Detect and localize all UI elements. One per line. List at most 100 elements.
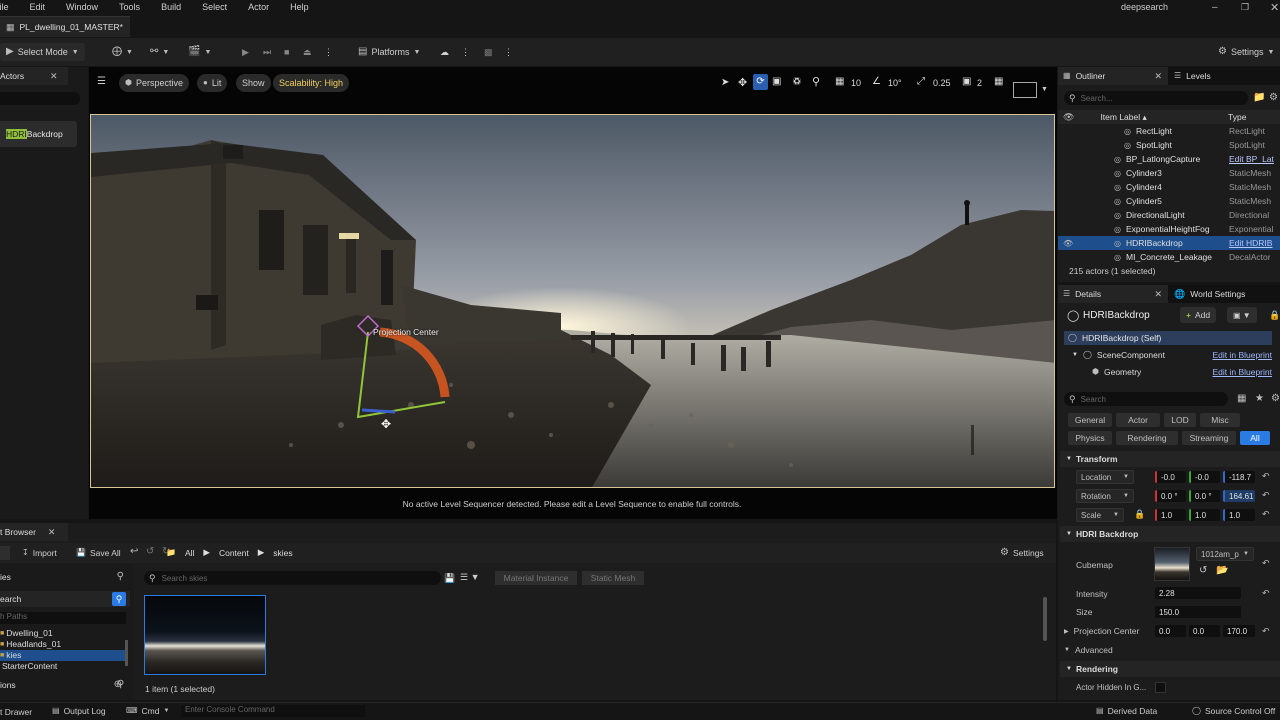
translate-tool-icon[interactable]: ✥ <box>738 76 747 89</box>
scale-z[interactable]: 1.0 <box>1223 509 1255 521</box>
outliner-row[interactable]: ◎ SpotLight SpotLight <box>1058 138 1280 152</box>
blueprint-options-button[interactable]: ▣ ▼ <box>1227 307 1257 323</box>
maximize-button[interactable]: ❐ <box>1241 2 1249 13</box>
select-tool-icon[interactable]: ➤ <box>721 77 729 88</box>
outliner-settings-icon[interactable]: ⚙ <box>1269 92 1278 103</box>
actors-search-field[interactable] <box>0 92 80 105</box>
revision-button[interactable]: ▩ <box>478 43 499 61</box>
play-options-button[interactable]: ⋮ <box>318 43 339 61</box>
filter-misc[interactable]: Misc <box>1200 413 1240 427</box>
outliner-row[interactable]: ◎ DirectionalLight Directional <box>1058 208 1280 222</box>
folder-item[interactable]: StarterContent <box>0 661 126 672</box>
platforms-button[interactable]: ▤ Platforms ▼ <box>352 43 426 61</box>
component-self[interactable]: ◯ HDRIBackdrop (Self) <box>1064 331 1272 345</box>
toolbar-options-button[interactable]: ⋮ <box>455 43 476 61</box>
menu-edit[interactable]: Edit <box>30 2 46 12</box>
folder-item[interactable]: ■ Dwelling_01 <box>0 628 126 639</box>
actors-tab[interactable]: Actors <box>0 67 68 85</box>
tree-scrollbar[interactable] <box>125 640 128 666</box>
visibility-eye-icon[interactable]: 👁 <box>1058 239 1076 248</box>
projection-x[interactable]: 0.0 <box>1155 625 1186 637</box>
more-button[interactable]: ⋮ <box>498 43 519 61</box>
level-tab[interactable]: ▦ PL_dwelling_01_MASTER* <box>0 16 130 37</box>
viewport-options-button[interactable]: ☰ <box>97 76 112 90</box>
projection-y[interactable]: 0.0 <box>1189 625 1220 637</box>
add-folder-icon[interactable]: 📁 <box>1253 92 1265 103</box>
filter-chip-static-mesh[interactable]: Static Mesh <box>582 571 644 585</box>
actor-hidden-checkbox[interactable] <box>1155 682 1166 693</box>
outliner-row-type[interactable]: Edit BP_Lat <box>1229 154 1277 164</box>
source-control-toolbar-button[interactable]: ☁ <box>434 43 455 61</box>
size-field[interactable]: 150.0 <box>1155 606 1241 618</box>
component-geometry[interactable]: ⬢ Geometry Edit in Blueprint <box>1092 365 1272 379</box>
edit-in-blueprint-link[interactable]: Edit in Blueprint <box>1212 367 1272 377</box>
filter-general[interactable]: General <box>1068 413 1112 427</box>
scene-render[interactable] <box>90 114 1055 488</box>
close-icon[interactable]: ✕ <box>48 527 56 537</box>
cubemap-thumbnail[interactable] <box>1154 547 1190 581</box>
breadcrumb-content[interactable]: Content <box>219 548 249 558</box>
intensity-field[interactable]: 2.28 <box>1155 587 1241 599</box>
search-icon[interactable]: ⚲ <box>117 572 124 582</box>
source-control-button[interactable]: ◯ Source Control Off <box>1192 706 1275 716</box>
content-drawer-button[interactable]: t Drawer <box>0 707 32 717</box>
outliner-row[interactable]: ◎ Cylinder5 StaticMesh <box>1058 194 1280 208</box>
menu-file[interactable]: File <box>0 2 9 12</box>
outliner-row[interactable]: ◎ ExponentialHeightFog Exponential <box>1058 222 1280 236</box>
component-scene[interactable]: ▼ ◯ SceneComponent Edit in Blueprint <box>1072 348 1272 362</box>
layout-icon[interactable]: ▦ <box>994 76 1003 87</box>
show-button[interactable]: Show <box>236 74 271 92</box>
reset-arrow-icon[interactable]: ↶ <box>1262 626 1270 637</box>
chevron-down-icon[interactable]: ▼ <box>1041 86 1048 93</box>
close-icon[interactable]: ✕ <box>1154 71 1162 81</box>
grid-snap-icon[interactable]: ▦ <box>835 76 844 87</box>
hdri-section-header[interactable]: ▼ HDRI Backdrop <box>1060 526 1280 542</box>
details-settings-icon[interactable]: ⚙ <box>1271 393 1280 404</box>
menu-actor[interactable]: Actor <box>248 2 269 12</box>
rotation-x[interactable]: 0.0 ° <box>1155 490 1186 502</box>
menu-tools[interactable]: Tools <box>119 2 140 12</box>
menu-build[interactable]: Build <box>161 2 181 12</box>
filter-actor[interactable]: Actor <box>1116 413 1160 427</box>
favorite-star-icon[interactable]: ★ <box>1255 393 1264 404</box>
asset-scrollbar[interactable] <box>1043 597 1047 641</box>
column-item-label[interactable]: Item Label ▴ <box>1100 112 1146 123</box>
scale-snap-icon[interactable]: ⤢ <box>917 76 925 87</box>
scale-lock-icon[interactable]: 🔒 <box>1134 509 1145 520</box>
breadcrumb-skies[interactable]: skies <box>273 548 292 558</box>
details-search-input[interactable]: ⚲ Search <box>1064 392 1228 406</box>
cmd-button[interactable]: ⌨ Cmd ▼ <box>126 706 169 716</box>
outliner-row-type[interactable]: Edit HDRIB <box>1229 238 1277 248</box>
history-back-icon[interactable]: ↩ <box>130 546 138 557</box>
projection-z[interactable]: 170.0 <box>1223 625 1255 637</box>
column-type[interactable]: Type <box>1228 112 1246 122</box>
gizmo-z-arc[interactable] <box>379 327 450 398</box>
save-all-button[interactable]: 💾 Save All <box>70 544 127 562</box>
filter-streaming[interactable]: Streaming <box>1182 431 1236 445</box>
paths-search-input[interactable]: h Paths <box>0 612 126 624</box>
step-button[interactable]: ⏭ <box>257 43 277 61</box>
angle-snap-value[interactable]: 10° <box>888 78 902 88</box>
cb-settings-button[interactable]: ⚙ Settings <box>994 544 1050 562</box>
use-selected-icon[interactable]: ↺ <box>1199 565 1207 576</box>
folder-item[interactable]: ■ kies <box>0 650 126 661</box>
reset-arrow-icon[interactable]: ↶ <box>1262 558 1270 569</box>
angle-snap-icon[interactable]: ∠ <box>872 76 881 87</box>
filter-icon[interactable]: ☰ ▼ <box>460 572 479 583</box>
outliner-search-input[interactable]: ⚲ Search... <box>1064 91 1248 105</box>
content-browser-tab-label[interactable]: t Browser <box>0 527 36 537</box>
nav-back-icon[interactable]: ↺ <box>146 546 154 557</box>
projection-center-row[interactable]: ▶ Projection Center <box>1064 626 1139 636</box>
collections-header[interactable]: ions ⊕ ⚲ <box>0 680 130 691</box>
location-x[interactable]: -0.0 <box>1155 471 1186 483</box>
scale-y[interactable]: 1.0 <box>1189 509 1220 521</box>
outliner-row[interactable]: ◎ BP_LatlongCapture Edit BP_Lat <box>1058 152 1280 166</box>
view-mode-button[interactable]: ● Lit <box>197 74 228 92</box>
actor-name-field[interactable]: HDRIBackdrop <box>1083 310 1150 321</box>
browse-asset-icon[interactable]: 📂 <box>1216 565 1228 576</box>
add-button[interactable] <box>0 546 10 560</box>
tab-details[interactable]: ☰ Details ✕ <box>1058 285 1168 303</box>
scale-dropdown[interactable]: Scale ▼ <box>1076 508 1124 522</box>
close-icon[interactable]: ✕ <box>1154 289 1162 299</box>
grid-snap-value[interactable]: 10 <box>851 78 861 88</box>
